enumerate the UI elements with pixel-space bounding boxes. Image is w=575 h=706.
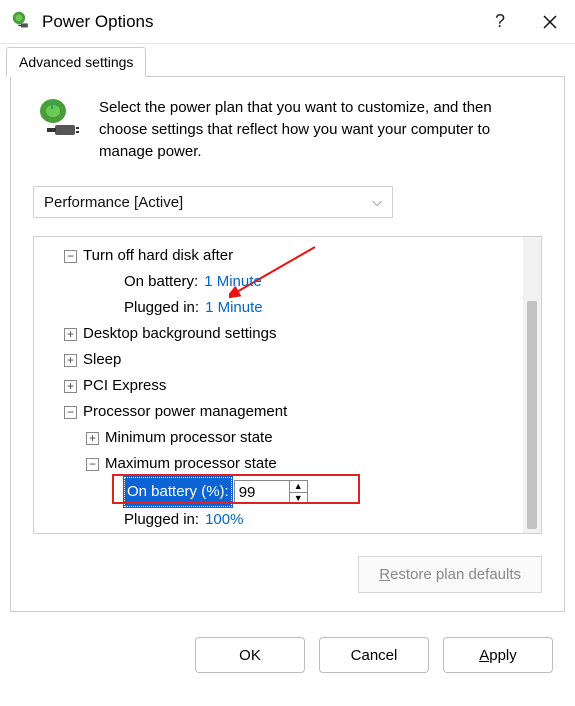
vertical-scrollbar[interactable] bbox=[523, 237, 541, 533]
node-max-plugged-in[interactable]: Plugged in: 100% bbox=[38, 507, 519, 533]
chevron-down-icon: ⌵ bbox=[372, 194, 382, 210]
titlebar: Power Options ? bbox=[0, 0, 575, 44]
dialog-footer: OK Cancel Apply bbox=[0, 623, 575, 689]
power-plan-selected: Performance [Active] bbox=[44, 194, 183, 211]
panel: Select the power plan that you want to c… bbox=[10, 76, 565, 612]
intro-block: Select the power plan that you want to c… bbox=[33, 97, 542, 162]
help-button[interactable]: ? bbox=[475, 0, 525, 44]
collapse-icon[interactable]: − bbox=[64, 406, 77, 419]
scrollbar-thumb[interactable] bbox=[527, 301, 537, 529]
value-link[interactable]: 100% bbox=[205, 507, 243, 533]
node-hd-plugged-in[interactable]: Plugged in: 1 Minute bbox=[38, 295, 519, 321]
settings-tree[interactable]: − Turn off hard disk after On battery: 1… bbox=[34, 237, 523, 533]
expand-icon[interactable]: + bbox=[64, 328, 77, 341]
percent-spinner[interactable]: ▲ ▼ bbox=[234, 480, 308, 504]
spinner-up-icon[interactable]: ▲ bbox=[290, 481, 307, 493]
node-hd-on-battery[interactable]: On battery: 1 Minute bbox=[38, 269, 519, 295]
selected-label: On battery (%): bbox=[124, 477, 232, 507]
ok-button[interactable]: OK bbox=[195, 637, 305, 673]
window-title: Power Options bbox=[42, 12, 475, 32]
node-max-processor-state[interactable]: − Maximum processor state bbox=[38, 451, 519, 477]
node-desktop-background[interactable]: + Desktop background settings bbox=[38, 321, 519, 347]
restore-row: Restore plan defaults bbox=[33, 556, 542, 593]
tabstrip: Advanced settings bbox=[0, 44, 575, 77]
apply-button[interactable]: Apply bbox=[443, 637, 553, 673]
node-min-processor-state[interactable]: + Minimum processor state bbox=[38, 425, 519, 451]
node-processor-power-management[interactable]: − Processor power management bbox=[38, 399, 519, 425]
cancel-button[interactable]: Cancel bbox=[319, 637, 429, 673]
spinner-buttons[interactable]: ▲ ▼ bbox=[289, 481, 307, 503]
expand-icon[interactable]: + bbox=[64, 354, 77, 367]
spinner-down-icon[interactable]: ▼ bbox=[290, 493, 307, 504]
collapse-icon[interactable]: − bbox=[86, 458, 99, 471]
settings-tree-container: − Turn off hard disk after On battery: 1… bbox=[33, 236, 542, 534]
app-icon bbox=[10, 11, 32, 33]
close-button[interactable] bbox=[525, 0, 575, 44]
expand-icon[interactable]: + bbox=[64, 380, 77, 393]
node-pci-express[interactable]: + PCI Express bbox=[38, 373, 519, 399]
collapse-icon[interactable]: − bbox=[64, 250, 77, 263]
power-plan-icon bbox=[33, 97, 81, 145]
node-max-on-battery[interactable]: On battery (%): ▲ ▼ bbox=[38, 477, 519, 507]
intro-text: Select the power plan that you want to c… bbox=[99, 97, 542, 162]
power-plan-dropdown[interactable]: Performance [Active] ⌵ bbox=[33, 186, 393, 218]
value-link[interactable]: 1 Minute bbox=[204, 269, 262, 295]
value-link[interactable]: 1 Minute bbox=[205, 295, 263, 321]
node-turn-off-hard-disk[interactable]: − Turn off hard disk after bbox=[38, 243, 519, 269]
restore-defaults-button[interactable]: Restore plan defaults bbox=[358, 556, 542, 593]
percent-input[interactable] bbox=[235, 481, 289, 503]
close-icon bbox=[543, 15, 557, 29]
node-sleep[interactable]: + Sleep bbox=[38, 347, 519, 373]
tab-advanced-settings[interactable]: Advanced settings bbox=[6, 47, 146, 77]
expand-icon[interactable]: + bbox=[86, 432, 99, 445]
